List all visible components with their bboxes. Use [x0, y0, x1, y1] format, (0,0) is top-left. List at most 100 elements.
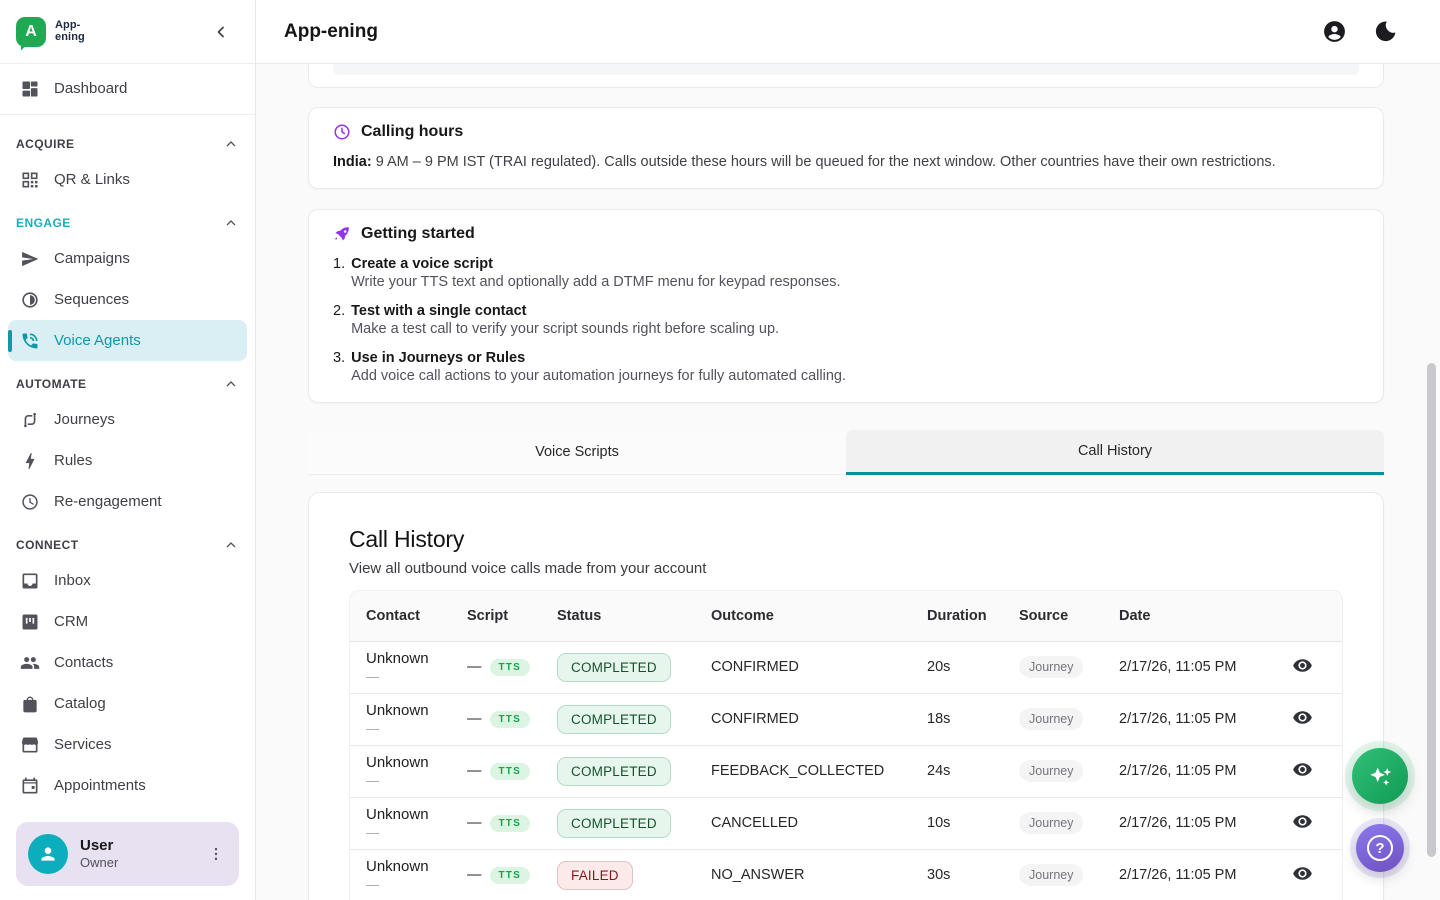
status-badge: COMPLETED	[557, 705, 671, 734]
date-cell: 2/17/26, 11:05 PM	[1103, 693, 1276, 745]
app-logo-text: App- ening	[55, 20, 85, 44]
tab-voice-scripts[interactable]: Voice Scripts	[308, 430, 846, 475]
sidebar-item-appointments[interactable]: Appointments	[8, 765, 247, 806]
script-name: —	[467, 711, 482, 727]
tts-badge: TTS	[490, 815, 531, 832]
qr-links-icon	[20, 170, 40, 190]
call-history-card: Call History View all outbound voice cal…	[308, 492, 1384, 900]
view-call-button[interactable]	[1292, 655, 1313, 676]
view-call-button[interactable]	[1292, 759, 1313, 780]
clock-icon	[333, 123, 351, 141]
sidebar-item-dashboard[interactable]: Dashboard	[8, 68, 247, 109]
sidebar-item-label: Re-engagement	[54, 493, 162, 510]
dark-mode-toggle[interactable]	[1373, 19, 1398, 44]
table-header-row: ContactScriptStatusOutcomeDurationSource…	[350, 591, 1342, 641]
contact-phone: —	[366, 773, 435, 788]
script-name: —	[467, 659, 482, 675]
sidebar-section-label: CONNECT	[16, 538, 78, 552]
crm-icon	[20, 612, 40, 632]
contact-phone: —	[366, 877, 435, 892]
sidebar-item-sequences[interactable]: Sequences	[8, 279, 247, 320]
view-call-button[interactable]	[1292, 863, 1313, 884]
sidebar-item-label: QR & Links	[54, 171, 130, 188]
status-badge: FAILED	[557, 861, 633, 890]
sidebar-item-label: Journeys	[54, 411, 115, 428]
calling-hours-text: India: 9 AM – 9 PM IST (TRAI regulated).…	[333, 153, 1359, 172]
sidebar-item-voice-agents[interactable]: Voice Agents	[8, 320, 247, 361]
column-header: Script	[451, 591, 541, 641]
user-menu-button[interactable]	[207, 843, 229, 865]
outcome-cell: CONFIRMED	[695, 693, 911, 745]
account-button[interactable]	[1322, 19, 1347, 44]
view-call-button[interactable]	[1292, 707, 1313, 728]
sidebar: A App- ening Dashboard ACQUIRE QR & Links E…	[0, 0, 256, 900]
tab-call-history[interactable]: Call History	[846, 430, 1384, 475]
duration-cell: 18s	[911, 693, 1003, 745]
sidebar-collapse-button[interactable]	[211, 20, 235, 44]
sequences-icon	[20, 290, 40, 310]
call-history-subtitle: View all outbound voice calls made from …	[349, 559, 1343, 578]
sidebar-item-label: Sequences	[54, 291, 129, 308]
duration-cell: 30s	[911, 849, 1003, 900]
script-name: —	[467, 763, 482, 779]
date-cell: 2/17/26, 11:05 PM	[1103, 745, 1276, 797]
getting-started-step: 1.Create a voice scriptWrite your TTS te…	[333, 255, 1359, 291]
source-badge: Journey	[1019, 812, 1083, 834]
person-icon	[37, 843, 59, 865]
partial-card-top	[308, 64, 1384, 88]
app-logo-icon: A	[16, 17, 46, 47]
sidebar-item-services[interactable]: Services	[8, 724, 247, 765]
calling-hours-country-label: India:	[333, 154, 372, 170]
step-title: Create a voice script	[351, 255, 840, 273]
sidebar-section-acquire[interactable]: ACQUIRE	[8, 121, 247, 159]
outcome-cell: NO_ANSWER	[695, 849, 911, 900]
sidebar-item-inbox[interactable]: Inbox	[8, 560, 247, 601]
getting-started-step: 2.Test with a single contactMake a test …	[333, 302, 1359, 338]
chevron-up-icon	[223, 376, 239, 392]
sidebar-item-campaigns[interactable]: Campaigns	[8, 238, 247, 279]
getting-started-steps: 1.Create a voice scriptWrite your TTS te…	[333, 255, 1359, 385]
inbox-icon	[20, 571, 40, 591]
user-card[interactable]: User Owner	[16, 822, 239, 886]
sidebar-item-label: Appointments	[54, 777, 146, 794]
column-header: Duration	[911, 591, 1003, 641]
source-badge: Journey	[1019, 656, 1083, 678]
sidebar-divider	[0, 114, 255, 115]
help-fab[interactable]: ?	[1356, 824, 1404, 872]
script-name: —	[467, 815, 482, 831]
scrollbar[interactable]	[1427, 363, 1436, 857]
sidebar-item-contacts[interactable]: Contacts	[8, 642, 247, 683]
ai-assistant-fab[interactable]	[1352, 748, 1408, 804]
sidebar-section-engage[interactable]: ENGAGE	[8, 200, 247, 238]
eye-icon	[1292, 655, 1313, 676]
table-row: Unknown——TTSCOMPLETEDFEEDBACK_COLLECTED2…	[350, 745, 1342, 797]
sidebar-item-journeys[interactable]: Journeys	[8, 399, 247, 440]
source-badge: Journey	[1019, 864, 1083, 886]
step-title: Test with a single contact	[351, 302, 779, 320]
status-badge: COMPLETED	[557, 653, 671, 682]
appointments-icon	[20, 776, 40, 796]
contact-name: Unknown	[366, 754, 435, 772]
sidebar-section-connect[interactable]: CONNECT	[8, 522, 247, 560]
table-row: Unknown——TTSCOMPLETEDCONFIRMED18sJourney…	[350, 693, 1342, 745]
account-circle-icon	[1322, 19, 1347, 44]
sidebar-item-rules[interactable]: Rules	[8, 440, 247, 481]
view-call-button[interactable]	[1292, 811, 1313, 832]
getting-started-step: 3.Use in Journeys or RulesAdd voice call…	[333, 349, 1359, 385]
contact-name: Unknown	[366, 702, 435, 720]
sidebar-item-re-engagement[interactable]: Re-engagement	[8, 481, 247, 522]
column-header: Status	[541, 591, 695, 641]
sidebar-section-label: ENGAGE	[16, 216, 71, 230]
help-question-icon: ?	[1367, 835, 1393, 861]
sidebar-item-qr-links[interactable]: QR & Links	[8, 159, 247, 200]
sidebar-item-catalog[interactable]: Catalog	[8, 683, 247, 724]
source-badge: Journey	[1019, 760, 1083, 782]
contacts-icon	[20, 653, 40, 673]
step-description: Make a test call to verify your script s…	[351, 320, 779, 338]
sidebar-item-crm[interactable]: CRM	[8, 601, 247, 642]
tts-badge: TTS	[490, 659, 531, 676]
calling-hours-title: Calling hours	[361, 123, 463, 141]
contact-phone: —	[366, 669, 435, 684]
column-header	[1276, 591, 1342, 641]
sidebar-section-automate[interactable]: AUTOMATE	[8, 361, 247, 399]
